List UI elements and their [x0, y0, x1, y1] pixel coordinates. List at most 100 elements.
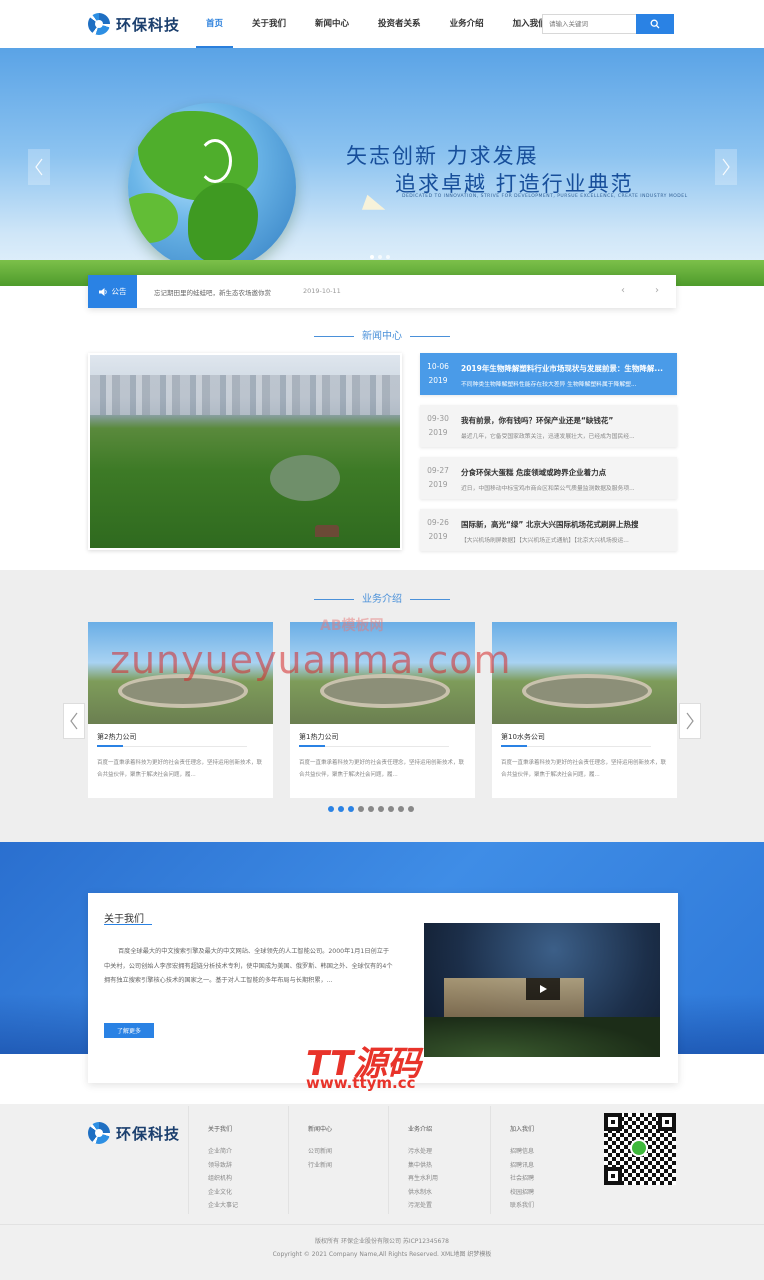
nav-item-news[interactable]: 新闻中心	[305, 0, 359, 48]
footer-link[interactable]: 组织机构	[208, 1172, 238, 1186]
business-card-image	[492, 622, 677, 724]
nav-item-about[interactable]: 关于我们	[242, 0, 296, 48]
notice-label: 公告	[88, 275, 137, 308]
news-item[interactable]: 09-30 2019 我有前景，你有钱吗？环保产业还是“缺钱花” 最近几年，它备…	[420, 405, 677, 447]
business-card-title[interactable]: 第10水务公司	[501, 732, 545, 742]
business-card-desc: 百度一直秉承着科技为更好的社会责任理念，坚持运用创新技术，联合共益伙伴，聚焦于解…	[501, 760, 667, 778]
overlay-url: www.ttym.cc	[306, 1074, 416, 1092]
business-card[interactable]: 第10水务公司 百度一直秉承着科技为更好的社会责任理念，坚持运用创新技术，联合共…	[492, 622, 677, 798]
news-title[interactable]: 我有前景，你有钱吗？环保产业还是“缺钱花”	[461, 415, 671, 426]
business-card-desc: 百度一直秉承着科技为更好的社会责任理念，坚持运用创新技术，联合共益伙伴，聚焦于解…	[299, 760, 465, 778]
footer-column-title[interactable]: 关于我们	[208, 1124, 238, 1133]
news-date: 09-27 2019	[420, 457, 456, 499]
news-title[interactable]: 国际新，高光“绿” 北京大兴国际机场花式刷屏上热搜	[461, 519, 671, 530]
chevron-left-icon	[70, 712, 78, 730]
news-desc: 不同种类生物降解塑料性能存在较大差异 生物降解塑料属于降解塑...	[461, 382, 637, 388]
globe-image	[128, 103, 296, 271]
notice-next-button[interactable]: ›	[655, 285, 659, 296]
search-bar	[542, 14, 674, 34]
business-dot[interactable]	[348, 806, 354, 812]
business-card-title[interactable]: 第2热力公司	[97, 732, 136, 742]
business-dot[interactable]	[368, 806, 374, 812]
news-date: 09-26 2019	[420, 509, 456, 551]
footer-column-title[interactable]: 新闻中心	[308, 1124, 332, 1133]
business-prev-button[interactable]	[63, 703, 85, 739]
play-button[interactable]	[526, 978, 560, 1000]
notice-date: 2019-10-11	[303, 287, 341, 295]
news-year: 2019	[428, 428, 448, 437]
banner-dot[interactable]	[386, 255, 390, 259]
business-dot[interactable]	[388, 806, 394, 812]
notice-prev-button[interactable]: ‹	[621, 285, 625, 296]
main-nav: 首页 关于我们 新闻中心 投资者关系 业务介绍 加入我们	[196, 0, 566, 48]
news-section-title: 新闻中心	[0, 327, 764, 342]
banner-dot[interactable]	[370, 255, 374, 259]
nav-item-home[interactable]: 首页	[196, 0, 234, 48]
header: 环保科技 首页 关于我们 新闻中心 投资者关系 业务介绍 加入我们	[0, 0, 764, 48]
nav-item-business[interactable]: 业务介绍	[440, 0, 494, 48]
business-card-title[interactable]: 第1热力公司	[299, 732, 338, 742]
footer-link[interactable]: 行业新闻	[308, 1159, 332, 1173]
news-title[interactable]: 2019年生物降解塑料行业市场现状与发展前景：生物降解...	[461, 363, 671, 374]
banner-prev-button[interactable]	[28, 149, 50, 185]
footer-link[interactable]: 污水处理	[408, 1145, 438, 1159]
footer-link[interactable]: 招聘信息	[510, 1145, 534, 1159]
news-date: 10-06 2019	[420, 353, 456, 395]
business-dot[interactable]	[398, 806, 404, 812]
notice-bar: 公告 忘记期田里的蛙蛙吧，新生态农场邀你赏 2019-10-11 ‹ ›	[88, 275, 676, 308]
footer-link[interactable]: 企业大事记	[208, 1199, 238, 1213]
search-button[interactable]	[636, 14, 674, 34]
footer-link[interactable]: 联系我们	[510, 1199, 534, 1213]
business-card-desc: 百度一直秉承着科技为更好的社会责任理念，坚持运用创新技术，联合共益伙伴，聚焦于解…	[97, 760, 263, 778]
business-dot[interactable]	[338, 806, 344, 812]
about-video[interactable]	[424, 923, 660, 1057]
business-section-title: 业务介绍	[0, 590, 764, 605]
business-dot[interactable]	[378, 806, 384, 812]
footer-column-title[interactable]: 加入我们	[510, 1124, 534, 1133]
logo[interactable]: 环保科技	[88, 12, 180, 36]
chevron-right-icon	[686, 712, 694, 730]
about-text: 百度全球最大的中文搜索引擎及最大的中文网站、全球领先的人工智能公司。2000年1…	[104, 948, 393, 984]
footer-logo[interactable]: 环保科技	[88, 1122, 180, 1144]
news-day: 09-30	[427, 414, 449, 423]
footer-link[interactable]: 招聘讯息	[510, 1159, 534, 1173]
news-day: 09-27	[427, 466, 449, 475]
news-item[interactable]: 09-26 2019 国际新，高光“绿” 北京大兴国际机场花式刷屏上热搜 【大兴…	[420, 509, 677, 551]
news-desc: 最近几年，它备受国家政策关注，迅速发展壮大，已经成为国民经...	[461, 434, 635, 440]
banner-dot[interactable]	[378, 255, 382, 259]
footer-link[interactable]: 污泥处置	[408, 1199, 438, 1213]
footer-link[interactable]: 集中供热	[408, 1159, 438, 1173]
footer-link[interactable]: 企业简介	[208, 1145, 238, 1159]
footer-column-news: 新闻中心 公司新闻 行业新闻	[308, 1124, 332, 1172]
footer-column-join: 加入我们 招聘信息 招聘讯息 社会招聘 校园招聘 联系我们	[510, 1124, 534, 1213]
paper-plane-icon	[361, 194, 389, 218]
leaf-logo-icon	[198, 139, 232, 183]
footer-column-title[interactable]: 业务介绍	[408, 1124, 438, 1133]
news-feature-image[interactable]	[88, 353, 402, 550]
footer-link[interactable]: 领导致辞	[208, 1159, 238, 1173]
footer-link[interactable]: 企业文化	[208, 1186, 238, 1200]
news-title[interactable]: 分食环保大蛋糕 危废领域或跨界企业着力点	[461, 467, 671, 478]
footer-link[interactable]: 社会招聘	[510, 1172, 534, 1186]
footer-link[interactable]: 校园招聘	[510, 1186, 534, 1200]
footer-link[interactable]: 再生水利用	[408, 1172, 438, 1186]
search-input[interactable]	[542, 14, 636, 34]
footer-column-about: 关于我们 企业简介 领导致辞 组织机构 企业文化 企业大事记	[208, 1124, 238, 1213]
business-dot[interactable]	[408, 806, 414, 812]
business-next-button[interactable]	[679, 703, 701, 739]
banner-slogan-sub: DEDICATED TO INNOVATION, STRIVE FOR DEVE…	[402, 194, 688, 199]
footer-link[interactable]: 供水制水	[408, 1186, 438, 1200]
notice-text[interactable]: 忘记期田里的蛙蛙吧，新生态农场邀你赏	[154, 287, 271, 297]
business-dot[interactable]	[358, 806, 364, 812]
nav-item-investors[interactable]: 投资者关系	[368, 0, 431, 48]
learn-more-button[interactable]: 了解更多	[104, 1023, 154, 1038]
copyright-line2: Copyright © 2021 Company Name,All Rights…	[272, 1251, 492, 1258]
business-dot[interactable]	[328, 806, 334, 812]
news-item[interactable]: 10-06 2019 2019年生物降解塑料行业市场现状与发展前景：生物降解..…	[420, 353, 677, 395]
banner-next-button[interactable]	[715, 149, 737, 185]
footer-logo-text: 环保科技	[116, 1124, 181, 1143]
footer-link[interactable]: 公司新闻	[308, 1145, 332, 1159]
wechat-icon	[630, 1139, 648, 1157]
logo-icon	[88, 1122, 110, 1144]
news-item[interactable]: 09-27 2019 分食环保大蛋糕 危废领域或跨界企业着力点 近日，中国移动中…	[420, 457, 677, 499]
